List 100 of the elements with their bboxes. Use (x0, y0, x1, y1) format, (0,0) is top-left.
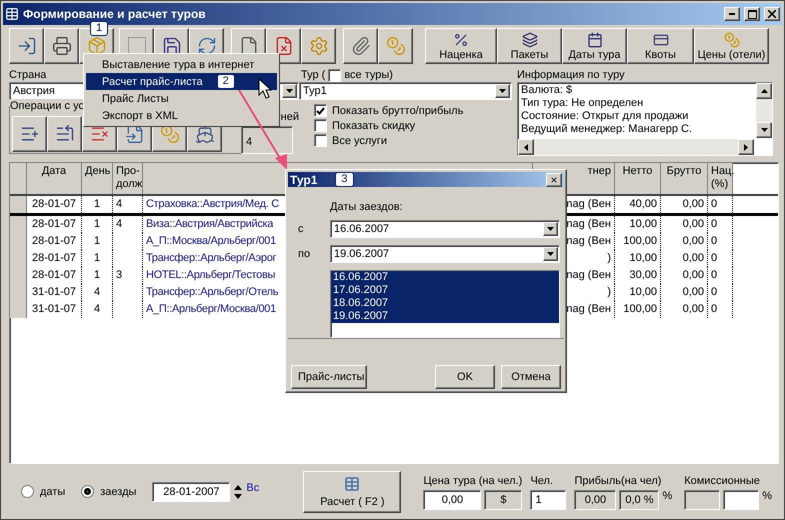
add-button[interactable] (12, 116, 47, 152)
table-cell: 28-01-07 (27, 196, 82, 213)
coins-icon (724, 32, 740, 48)
stack-icon (522, 32, 538, 48)
dropdown-button[interactable] (495, 84, 510, 98)
menu-item[interactable]: Экспорт в XML (86, 107, 277, 124)
spin-icon (233, 482, 244, 500)
menu-item-label: Экспорт в XML (102, 110, 178, 122)
scroll-right-button[interactable] (738, 139, 754, 155)
price-field[interactable]: 0,00 (423, 490, 482, 510)
scroll-down-button[interactable] (756, 122, 772, 138)
table-cell: 31-01-07 (27, 284, 82, 301)
print-button[interactable] (44, 28, 79, 64)
commission-field (684, 490, 720, 510)
from-date-combo[interactable]: 16.06.2007 (330, 220, 560, 238)
calendar-icon (586, 32, 602, 48)
table-cell: 28-01-07 (27, 216, 82, 233)
toolbar-button[interactable]: Квоты (627, 28, 694, 64)
dropdown-button[interactable] (543, 222, 558, 236)
date-field[interactable]: 28-01-2007 (152, 482, 230, 502)
row-header[interactable] (10, 216, 27, 233)
caret-icon (547, 227, 554, 231)
table-cell: 1 (82, 267, 113, 284)
tour-combo[interactable]: Тур1 (299, 82, 512, 100)
table-cell: 10,00 (615, 250, 661, 267)
menu-item[interactable]: Прайс Листы (86, 90, 277, 107)
info-line: Состояние: Открыт для продажи (521, 110, 690, 123)
radio-button[interactable]: даты (21, 485, 66, 498)
exit-button[interactable] (9, 28, 44, 64)
caret-left-icon (524, 144, 528, 150)
maximize-icon (748, 10, 756, 18)
persons-field[interactable]: 1 (530, 490, 566, 510)
list-item[interactable]: 17.06.2007 (331, 284, 559, 297)
toolbar-button[interactable]: Наценка (425, 28, 497, 64)
list-item[interactable]: 18.06.2007 (331, 297, 559, 310)
insert-button[interactable] (47, 116, 82, 152)
column-header[interactable]: Про- долж (113, 163, 143, 194)
column-header[interactable]: День (82, 163, 113, 194)
caret-icon (547, 252, 554, 256)
checkbox-label: Показать скидку (332, 118, 416, 132)
save-icon (162, 36, 182, 56)
column-header[interactable]: Дата (27, 163, 82, 194)
minimize-button[interactable] (724, 7, 740, 21)
dialog-button[interactable]: Прайс-листы (291, 365, 367, 389)
table-cell: 10,00 (615, 284, 661, 301)
table-cell: 40,00 (615, 196, 661, 213)
toolbar-button[interactable]: Пакеты (497, 28, 562, 64)
menu-item[interactable]: Выставление тура в интернет (86, 56, 277, 73)
list-item[interactable]: 16.06.2007 (331, 271, 559, 284)
scrollbar[interactable] (518, 139, 754, 155)
column-header[interactable]: Брутто (661, 163, 708, 194)
menu-item[interactable]: Расчет прайс-листа 2 (86, 73, 277, 90)
table-cell: 100,00 (615, 301, 661, 318)
scroll-up-button[interactable] (756, 83, 772, 99)
table-cell: 0,00 (661, 196, 708, 213)
commission-percent-field[interactable] (723, 490, 760, 510)
scrollbar[interactable] (756, 83, 772, 138)
minimize-icon (729, 13, 735, 15)
close-button[interactable] (764, 7, 780, 21)
settings-button[interactable] (301, 28, 336, 64)
dialog-button[interactable]: OK (435, 365, 495, 389)
dropdown-button[interactable] (543, 247, 558, 261)
column-header[interactable]: Нетто (615, 163, 661, 194)
checkbox[interactable] (314, 104, 327, 117)
menu-item-label: Прайс Листы (102, 92, 169, 104)
scroll-left-button[interactable] (518, 139, 534, 155)
checkbox[interactable] (314, 119, 327, 132)
dropdown-button[interactable] (282, 84, 297, 98)
to-label: по (298, 248, 312, 260)
to-date-combo[interactable]: 19.06.2007 (330, 245, 560, 263)
percent-icon (453, 32, 469, 48)
dialog-button[interactable]: Отмена (501, 365, 561, 389)
radio-button[interactable]: заезды (81, 485, 136, 498)
column-header[interactable]: Нац. (%) (708, 163, 733, 194)
table-cell: 0 (708, 216, 733, 233)
finance-button[interactable] (378, 28, 413, 64)
from-label: с (298, 223, 304, 235)
calculate-button[interactable]: Расчет ( F2 ) (303, 470, 402, 512)
checkbox-label: Показать брутто/прибыль (332, 104, 464, 118)
attach-button[interactable] (343, 28, 378, 64)
toolbar-button[interactable]: Даты тура (562, 28, 627, 64)
list-item[interactable]: 19.06.2007 (331, 310, 559, 323)
percent-label: % (762, 488, 772, 502)
table-cell: 4 (113, 216, 143, 233)
checkbox[interactable] (328, 68, 342, 82)
table-cell: 0 (708, 284, 733, 301)
price-label: Цена тура (на чел.) (423, 474, 522, 488)
profit-label: Прибыль(на чел) (574, 474, 662, 488)
row-header[interactable] (10, 196, 27, 213)
table-cell: 0,00 (661, 284, 708, 301)
settings-icon (308, 36, 328, 56)
close-button[interactable]: × (546, 172, 562, 186)
table-cell: 1 (82, 233, 113, 250)
toolbar-button[interactable]: Цены (отели) (694, 28, 769, 64)
app-icon (5, 7, 19, 21)
maximize-button[interactable] (744, 7, 760, 21)
checkbox[interactable] (314, 134, 327, 147)
currency-field: $ (484, 490, 522, 510)
operations-label: Операции с ус (10, 99, 84, 113)
row-header[interactable] (10, 301, 27, 318)
